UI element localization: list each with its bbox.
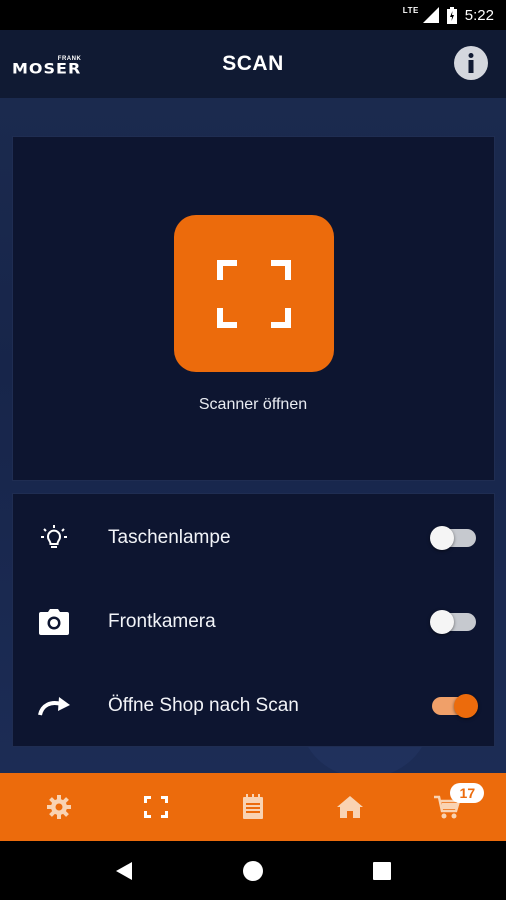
logo-main-text: MOSER	[12, 60, 82, 78]
home-button[interactable]	[223, 846, 283, 896]
notepad-icon	[242, 794, 263, 819]
page-title: SCAN	[222, 52, 284, 75]
redo-arrow-icon	[37, 689, 71, 723]
open-scanner-label: Scanner öffnen	[198, 396, 308, 413]
bottom-navigation: 17	[0, 773, 506, 841]
toggle-knob	[430, 526, 454, 550]
system-navigation-bar	[0, 841, 506, 900]
gear-icon	[46, 795, 71, 819]
nav-settings[interactable]	[29, 777, 89, 837]
setting-front-camera: Frontkamera	[13, 580, 496, 664]
recents-button[interactable]	[352, 846, 412, 896]
scan-icon	[143, 796, 168, 818]
status-bar: LTE 5:22	[0, 0, 506, 30]
camera-icon	[37, 605, 71, 639]
scan-frame-icon	[217, 259, 291, 328]
setting-label: Frontkamera	[108, 611, 216, 632]
setting-flashlight: Taschenlampe	[13, 496, 496, 580]
cart-count-badge: 17	[450, 783, 485, 803]
nav-scan[interactable]	[126, 777, 186, 837]
home-circle-icon	[242, 860, 263, 881]
settings-panel: Taschenlampe Frontkamera Öffne Shop nach…	[12, 493, 495, 747]
clock: 5:22	[464, 6, 494, 24]
lightbulb-icon	[37, 521, 71, 555]
info-icon	[468, 53, 474, 73]
flashlight-toggle[interactable]	[430, 526, 476, 550]
home-icon	[337, 796, 364, 818]
moser-logo[interactable]: FRANK MOSER	[12, 56, 82, 78]
front-camera-toggle[interactable]	[430, 610, 476, 634]
open-shop-toggle[interactable]	[432, 694, 478, 718]
setting-label: Öffne Shop nach Scan	[108, 695, 299, 716]
toggle-knob	[430, 610, 454, 634]
battery-icon	[446, 6, 457, 24]
setting-label: Taschenlampe	[108, 527, 231, 548]
signal-icon	[422, 7, 439, 23]
back-triangle-icon	[116, 861, 133, 880]
info-button[interactable]	[454, 46, 488, 80]
back-button[interactable]	[94, 846, 154, 896]
recents-square-icon	[372, 861, 391, 880]
nav-notepad[interactable]	[223, 777, 283, 837]
setting-open-shop: Öffne Shop nach Scan	[13, 664, 496, 748]
open-scanner-button[interactable]	[174, 215, 334, 372]
network-type: LTE	[402, 6, 419, 15]
nav-home[interactable]	[320, 777, 380, 837]
app-header: FRANK MOSER SCAN	[0, 30, 506, 98]
toggle-knob	[454, 694, 478, 718]
nav-cart[interactable]: 17	[417, 777, 485, 837]
